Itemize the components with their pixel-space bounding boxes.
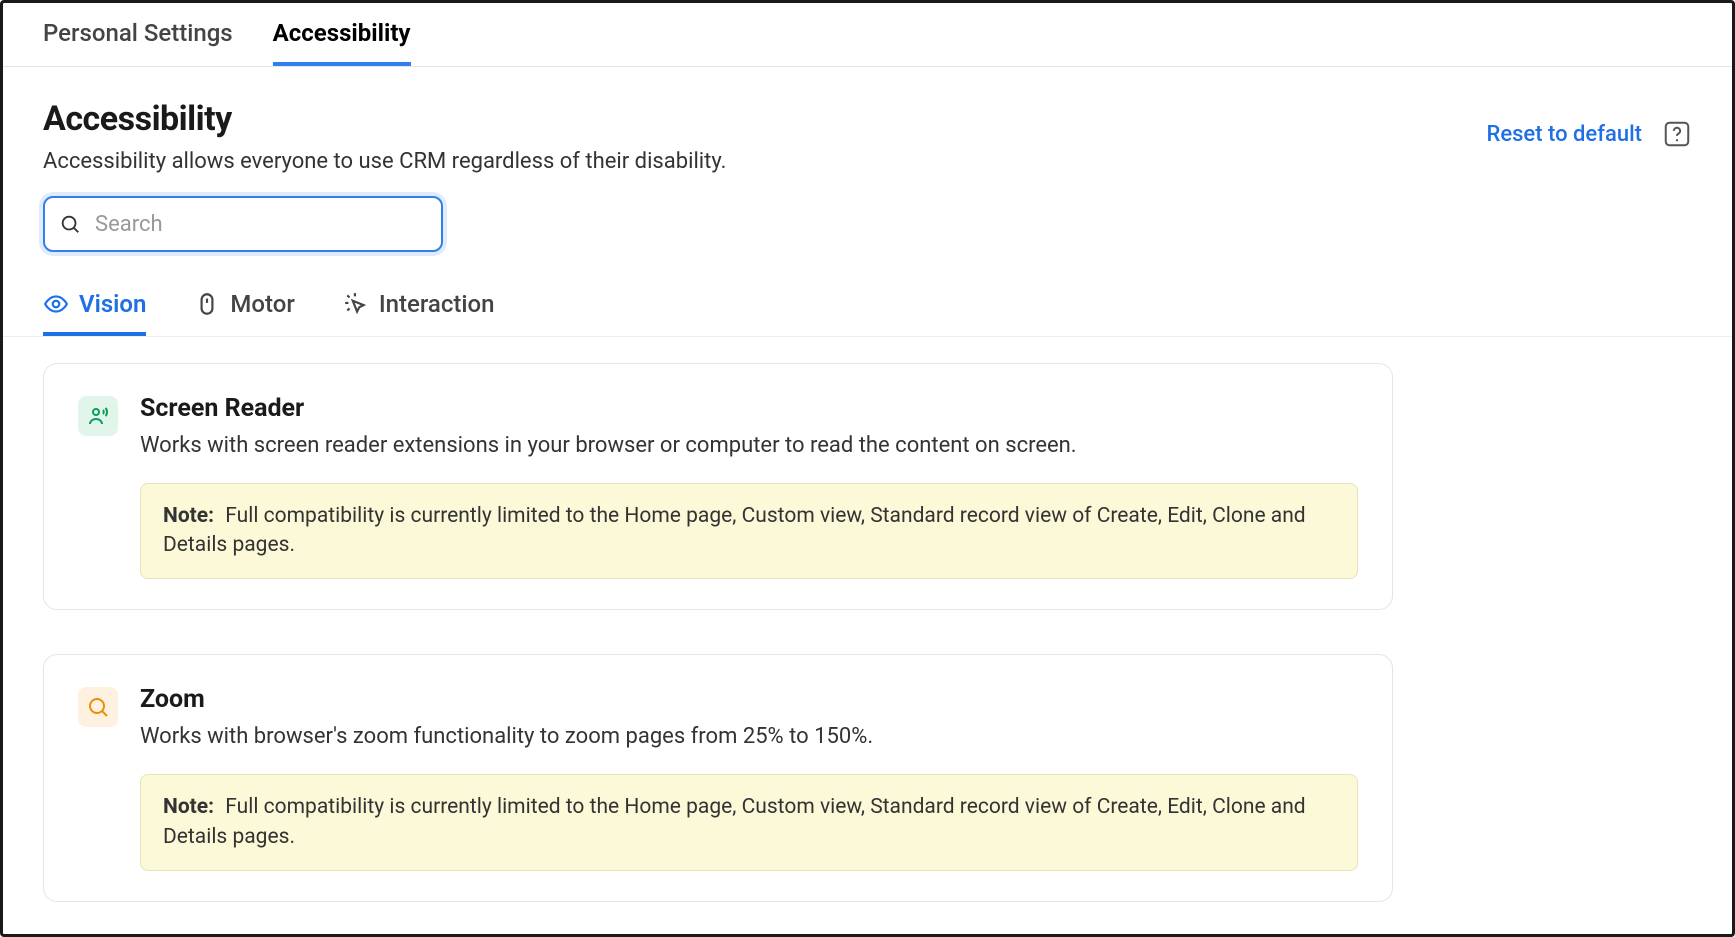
card-zoom-text: Zoom Works with browser's zoom functiona… (140, 685, 873, 752)
subtab-motor-label: Motor (230, 290, 294, 318)
tab-personal-settings[interactable]: Personal Settings (43, 3, 233, 66)
screen-reader-icon (78, 396, 118, 436)
settings-window: Personal Settings Accessibility Accessib… (0, 0, 1735, 937)
accessibility-cards: Screen Reader Works with screen reader e… (43, 363, 1393, 902)
tab-accessibility[interactable]: Accessibility (273, 3, 411, 66)
card-screen-reader-text: Screen Reader Works with screen reader e… (140, 394, 1077, 461)
card-screen-reader-desc: Works with screen reader extensions in y… (140, 431, 1077, 461)
mouse-icon (194, 291, 220, 317)
cursor-click-icon (343, 291, 369, 317)
page-header: Accessibility Accessibility allows every… (43, 99, 1692, 174)
subtab-interaction-label: Interaction (379, 290, 495, 318)
card-screen-reader: Screen Reader Works with screen reader e… (43, 363, 1393, 610)
card-zoom-desc: Works with browser's zoom functionality … (140, 722, 873, 752)
note-text: Full compatibility is currently limited … (163, 795, 1306, 848)
zoom-icon (78, 687, 118, 727)
note-label: Note: (163, 504, 214, 528)
help-icon[interactable] (1662, 119, 1692, 149)
top-tab-bar: Personal Settings Accessibility (3, 3, 1732, 67)
subtab-vision-label: Vision (79, 290, 146, 318)
subtab-motor[interactable]: Motor (194, 280, 294, 336)
eye-icon (43, 291, 69, 317)
card-zoom-note: Note: Full compatibility is currently li… (140, 774, 1358, 871)
page-header-text: Accessibility Accessibility allows every… (43, 99, 726, 174)
card-zoom: Zoom Works with browser's zoom functiona… (43, 654, 1393, 901)
page-subtitle: Accessibility allows everyone to use CRM… (43, 149, 726, 174)
accessibility-sub-tabs: Vision Motor Interaction (3, 280, 1732, 337)
reset-to-default-link[interactable]: Reset to default (1486, 122, 1642, 147)
search-field-wrap (43, 196, 443, 252)
card-zoom-head: Zoom Works with browser's zoom functiona… (78, 685, 1358, 752)
subtab-vision[interactable]: Vision (43, 280, 146, 336)
note-label: Note: (163, 795, 214, 819)
card-screen-reader-title: Screen Reader (140, 394, 1077, 423)
card-screen-reader-note: Note: Full compatibility is currently li… (140, 483, 1358, 580)
page-title: Accessibility (43, 99, 726, 139)
subtab-interaction[interactable]: Interaction (343, 280, 495, 336)
search-icon (59, 213, 81, 235)
page-body: Accessibility Accessibility allows every… (3, 67, 1732, 902)
card-zoom-title: Zoom (140, 685, 873, 714)
note-text: Full compatibility is currently limited … (163, 504, 1306, 557)
search-input[interactable] (43, 196, 443, 252)
card-screen-reader-head: Screen Reader Works with screen reader e… (78, 394, 1358, 461)
page-header-actions: Reset to default (1486, 119, 1692, 149)
